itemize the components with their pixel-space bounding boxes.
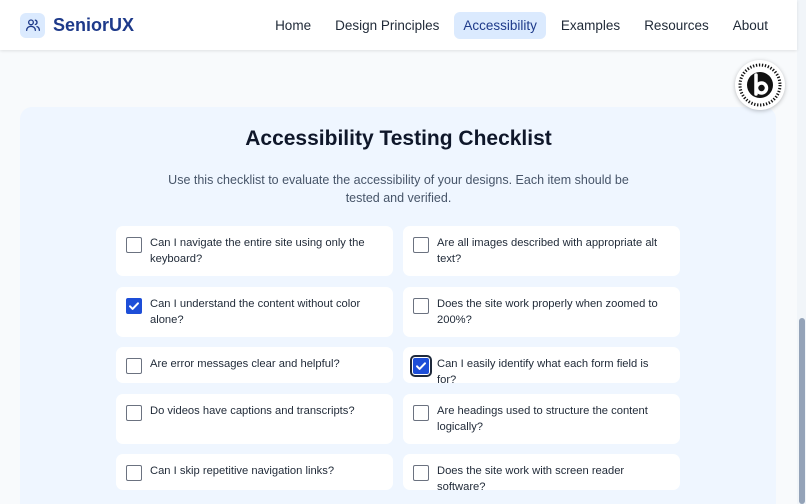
main-nav: Home Design Principles Accessibility Exa… — [266, 11, 777, 39]
users-icon — [20, 12, 45, 38]
checkbox[interactable] — [126, 358, 142, 374]
checklist-item[interactable]: Can I understand the content without col… — [116, 287, 393, 337]
checkmark-icon — [416, 362, 426, 370]
checklist-item[interactable]: Are all images described with appropriat… — [403, 226, 680, 276]
checklist-item[interactable]: Does the site work with screen reader so… — [403, 454, 680, 493]
checklist-item[interactable]: Does the site work properly when zoomed … — [403, 287, 680, 337]
checkbox[interactable] — [126, 405, 142, 421]
checklist-item-label: Are error messages clear and helpful? — [150, 358, 340, 370]
checklist-item-label: Are all images described with appropriat… — [437, 237, 658, 265]
bolt-badge[interactable] — [735, 60, 785, 110]
checklist-item-label: Does the site work with screen reader so… — [437, 465, 625, 493]
checklist-intro: Use this checklist to evaluate the acces… — [168, 173, 629, 205]
checklist-item[interactable]: Are headings used to structure the conte… — [403, 394, 680, 444]
checkbox[interactable] — [413, 298, 429, 314]
checklist-item-label: Can I easily identify what each form fie… — [437, 358, 649, 386]
nav-about[interactable]: About — [724, 12, 777, 39]
scrollbar-thumb[interactable] — [799, 318, 805, 504]
checklist-item[interactable]: Do videos have captions and transcripts? — [116, 394, 393, 444]
nav-home[interactable]: Home — [266, 12, 320, 39]
top-header: SeniorUX Home Design Principles Accessib… — [0, 0, 797, 50]
nav-examples[interactable]: Examples — [552, 12, 629, 39]
checkbox[interactable] — [413, 465, 429, 481]
nav-design-principles[interactable]: Design Principles — [326, 12, 448, 39]
checklist-item[interactable]: Can I skip repetitive navigation links? — [116, 454, 393, 490]
nav-accessibility[interactable]: Accessibility — [454, 11, 546, 39]
checklist-title: Accessibility Testing Checklist — [245, 127, 552, 150]
checklist-item-label: Are headings used to structure the conte… — [437, 405, 648, 433]
checklist-item-label: Does the site work properly when zoomed … — [437, 298, 658, 326]
checkbox[interactable] — [413, 405, 429, 421]
checklist-item[interactable]: Can I easily identify what each form fie… — [403, 347, 680, 386]
checkbox-checked[interactable] — [410, 355, 432, 377]
page-scrollbar[interactable] — [797, 0, 806, 504]
checkbox[interactable] — [413, 237, 429, 253]
checklist-item-label: Can I navigate the entire site using onl… — [150, 237, 365, 265]
checkmark-icon — [129, 302, 139, 310]
bolt-b-icon — [736, 61, 784, 109]
brand[interactable]: SeniorUX — [20, 12, 135, 38]
checklist-item-label: Do videos have captions and transcripts? — [150, 405, 355, 417]
checkbox[interactable] — [126, 237, 142, 253]
brand-name: SeniorUX — [53, 14, 135, 35]
checklist-item[interactable]: Are error messages clear and helpful? — [116, 347, 393, 383]
checkbox-checked[interactable] — [126, 298, 142, 314]
checklist-item-label: Can I understand the content without col… — [150, 298, 361, 326]
checklist-item[interactable]: Can I navigate the entire site using onl… — [116, 226, 393, 276]
checklist-item-label: Can I skip repetitive navigation links? — [150, 465, 335, 477]
checkbox[interactable] — [126, 465, 142, 481]
nav-resources[interactable]: Resources — [635, 12, 718, 39]
